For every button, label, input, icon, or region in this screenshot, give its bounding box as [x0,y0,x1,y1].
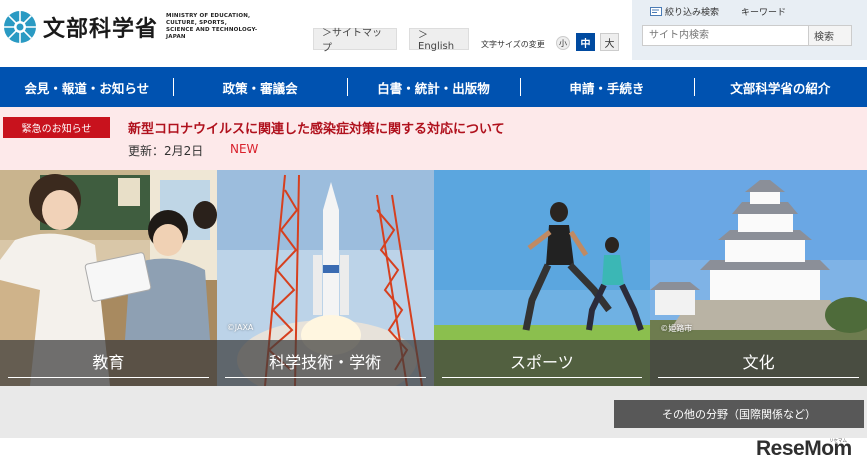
narrow-search-link[interactable]: 絞り込み検索 [650,5,719,18]
font-size-small-button[interactable]: 小 [556,36,570,50]
himeji-credit: ©姫路市 [660,324,693,333]
tile-sports-label: スポーツ [510,353,574,372]
keyword-label: キーワード [741,8,787,18]
nav-item-applications[interactable]: 申請・手続き [520,67,693,107]
new-badge: NEW [230,142,259,156]
site-header: 文部科学省 MINISTRY OF EDUCATION, CULTURE, SP… [0,0,867,67]
logo-japanese: 文部科学省 [43,16,159,42]
nav-item-press[interactable]: 会見・報道・お知らせ [0,67,173,107]
tile-education[interactable]: 教育 [0,170,217,386]
site-logo[interactable]: 文部科学省 MINISTRY OF EDUCATION, CULTURE, SP… [3,10,276,44]
font-size-large-button[interactable]: 大 [600,33,619,51]
emergency-notice: 緊急のお知らせ 新型コロナウイルスに関連した感染症対策に関する対応について 更新… [0,107,867,170]
update-date: 更新：2月2日 [128,144,204,158]
tile-science-label: 科学技術・学術 [269,353,382,372]
tile-culture-label: 文化 [742,353,775,372]
english-link[interactable]: ＞English [409,28,469,52]
search-input[interactable] [642,25,809,46]
nav-item-about[interactable]: 文部科学省の紹介 [693,67,867,107]
category-tiles: 教育 ©JAXA 科学技術・学術 スポーツ ©姫路市 文化 [0,170,867,386]
search-button[interactable]: 検索 [808,25,852,46]
nav-item-publications[interactable]: 白書・統計・出版物 [346,67,520,107]
main-nav: 会見・報道・お知らせ 政策・審議会 白書・統計・出版物 申請・手続き 文部科学省… [0,67,867,107]
font-size-medium-button[interactable]: 中 [576,33,595,51]
logo-english: MINISTRY OF EDUCATION, CULTURE, SPORTS, … [166,13,258,40]
sitemap-link[interactable]: ＞サイトマップ [313,28,397,54]
tile-science[interactable]: ©JAXA 科学技術・学術 [216,170,434,386]
tile-sports[interactable]: スポーツ [433,170,651,386]
emergency-badge: 緊急のお知らせ [3,117,110,138]
tile-education-label: 教育 [92,353,125,372]
emergency-title-link[interactable]: 新型コロナウイルスに関連した感染症対策に関する対応について [128,118,505,137]
tile-culture[interactable]: ©姫路市 文化 [650,170,867,386]
search-filter-icon [650,7,662,16]
jaxa-credit: ©JAXA [226,323,254,332]
logo-mark-icon [4,11,36,43]
resemom-watermark-kana: リセマム [829,439,847,444]
other-fields-button[interactable]: その他の分野（国際関係など） [614,400,864,428]
font-size-label: 文字サイズの変更 [481,40,545,49]
nav-item-policy[interactable]: 政策・審議会 [173,67,346,107]
